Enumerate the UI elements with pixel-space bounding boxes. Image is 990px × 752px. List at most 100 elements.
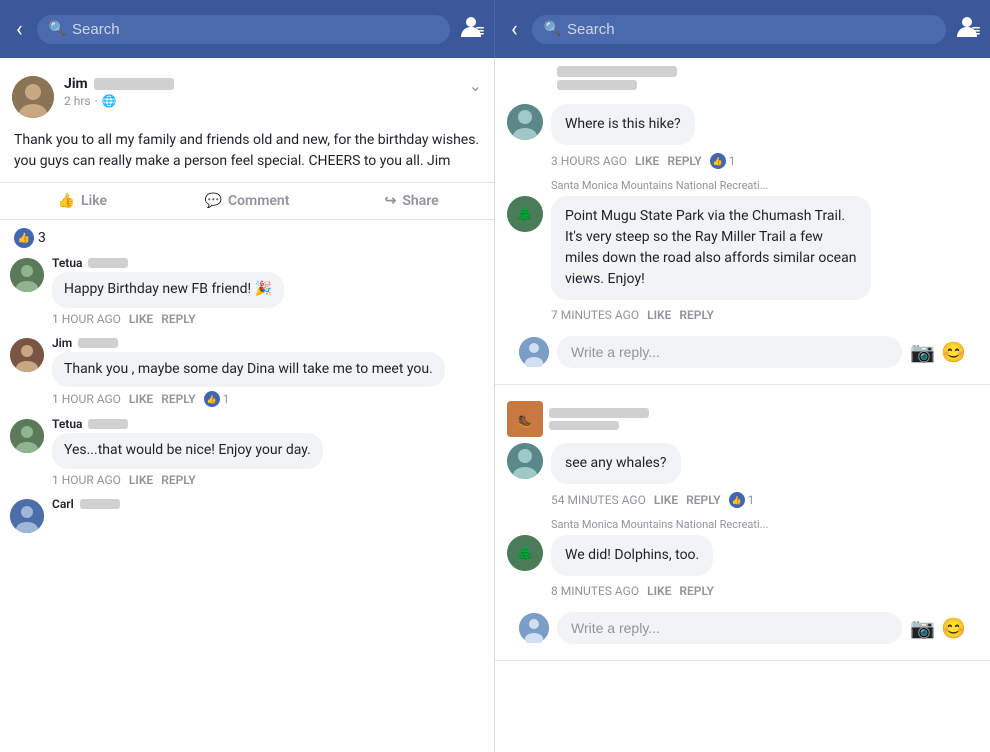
comment-4-body: Carl (52, 497, 484, 513)
right-panel: Where is this hike? 3 HOURS AGO LIKE REP… (495, 58, 990, 752)
reply-icons-2: 📷 😊 (910, 616, 966, 640)
thread-2-question-avatar (507, 443, 543, 479)
like-label: Like (81, 193, 107, 209)
camera-icon-1[interactable]: 📷 (910, 340, 935, 364)
thread-1-question-meta: 3 HOURS AGO LIKE REPLY 👍 1 (551, 153, 978, 169)
thread-1-q-like-badge: 👍 (710, 153, 726, 169)
thread-1-answer: 🌲 Point Mugu State Park via the Chumash … (507, 196, 978, 300)
mini-like-badge: 👍 (204, 391, 220, 407)
post-username: Jim (64, 76, 459, 92)
thread-2: 🥾 see any whales? (495, 393, 990, 661)
comment-2-meta: 1 HOUR AGO LIKE REPLY 👍 1 (52, 391, 484, 407)
emoji-icon-1[interactable]: 😊 (941, 340, 966, 364)
comment-1-like-action[interactable]: LIKE (129, 312, 153, 326)
like-button[interactable]: 👍 Like (0, 185, 165, 217)
thread-1-q-reply[interactable]: REPLY (667, 154, 701, 168)
comment-4-avatar (10, 499, 44, 533)
thread-2-answer: 🌲 We did! Dolphins, too. (507, 535, 978, 576)
thread-1-q-time: 3 HOURS AGO (551, 154, 627, 168)
thread-2-q-like-count: 👍 1 (729, 492, 755, 508)
thread-1-a-time: 7 MINUTES AGO (551, 308, 639, 322)
post-author-surname-blurred (94, 78, 174, 90)
comment-2-bubble: Thank you , maybe some day Dina will tak… (52, 352, 445, 388)
svg-text:🌲: 🌲 (516, 545, 533, 562)
thread-1-page-name: Santa Monica Mountains National Recreati… (551, 179, 978, 192)
comment-button[interactable]: 💬 Comment (165, 185, 330, 217)
svg-text:🥾: 🥾 (518, 414, 533, 428)
post-author-avatar (12, 76, 54, 118)
privacy-icon: 🌐 (102, 94, 117, 108)
post-header: Jim 2 hrs · 🌐 ⌄ (0, 68, 494, 126)
reply-icons-1: 📷 😊 (910, 340, 966, 364)
thread-2-q-like-badge: 👍 (729, 492, 745, 508)
thread-2-blurred-name (549, 408, 649, 430)
header-bar: ‹ 🔍 ‹ 🔍 (0, 0, 990, 58)
comment-2-like-count: 👍 1 (204, 391, 230, 407)
likes-row: 👍 3 (0, 220, 494, 256)
share-label: Share (402, 193, 438, 209)
comment-label: Comment (228, 193, 289, 209)
comment-icon: 💬 (205, 193, 222, 209)
thread-1-reply-input[interactable] (557, 336, 902, 368)
post-text: Thank you to all my family and friends o… (0, 126, 494, 182)
thread-1-write-reply: 📷 😊 (507, 330, 978, 374)
left-panel: Jim 2 hrs · 🌐 ⌄ Thank you to all my fami… (0, 58, 495, 752)
comment-4-name: Carl (52, 497, 484, 511)
post-author-name: Jim (64, 76, 88, 92)
thread-2-q-reply[interactable]: REPLY (686, 493, 720, 507)
thread-1-q-like[interactable]: LIKE (635, 154, 659, 168)
left-header: ‹ 🔍 (0, 0, 495, 58)
like-icon: 👍 (58, 193, 75, 209)
comment-1-reply-action[interactable]: REPLY (161, 312, 195, 326)
emoji-icon-2[interactable]: 😊 (941, 616, 966, 640)
comment-2-name: Jim (52, 336, 484, 350)
thread-2-question-bubble: see any whales? (551, 443, 681, 484)
right-user-icon[interactable] (954, 13, 980, 45)
right-search-icon: 🔍 (544, 21, 561, 37)
comment-2-reply-action[interactable]: REPLY (161, 392, 195, 406)
right-back-button[interactable]: ‹ (505, 13, 524, 46)
post-meta: 2 hrs · 🌐 (64, 94, 459, 108)
post-user-info: Jim 2 hrs · 🌐 (64, 76, 459, 108)
thread-1-answer-meta: 7 MINUTES AGO LIKE REPLY (551, 308, 978, 322)
thread-2-answer-bubble: We did! Dolphins, too. (551, 535, 713, 576)
comment-1-time: 1 HOUR AGO (52, 312, 121, 326)
thread-2-a-like[interactable]: LIKE (647, 584, 671, 598)
comment-3-like-action[interactable]: LIKE (129, 473, 153, 487)
comment-2-body: Jim Thank you , maybe some day Dina will… (52, 336, 484, 408)
post-dropdown-arrow[interactable]: ⌄ (469, 76, 482, 95)
comment-item: Carl (10, 497, 484, 533)
comment-3-name: Tetua (52, 417, 484, 431)
share-icon: ↪ (385, 193, 397, 209)
comment-3-meta: 1 HOUR AGO LIKE REPLY (52, 473, 484, 487)
thread-1-question-bubble: Where is this hike? (551, 104, 695, 145)
camera-icon-2[interactable]: 📷 (910, 616, 935, 640)
thread-2-reply-input[interactable] (557, 612, 902, 644)
thread-2-a-reply[interactable]: REPLY (679, 584, 713, 598)
like-badge: 👍 (14, 228, 34, 248)
left-search-box[interactable]: 🔍 (37, 15, 450, 44)
comment-2-time: 1 HOUR AGO (52, 392, 121, 406)
comment-3-reply-action[interactable]: REPLY (161, 473, 195, 487)
comment-1-avatar (10, 258, 44, 292)
thread-1-a-like[interactable]: LIKE (647, 308, 671, 322)
thread-1-answer-avatar: 🌲 (507, 196, 543, 232)
comment-3-bubble: Yes...that would be nice! Enjoy your day… (52, 433, 323, 469)
thread-1-a-reply[interactable]: REPLY (679, 308, 713, 322)
left-back-button[interactable]: ‹ (10, 13, 29, 46)
comment-1-body: Tetua Happy Birthday new FB friend! 🎉 1 … (52, 256, 484, 326)
left-search-input[interactable] (72, 21, 438, 38)
share-button[interactable]: ↪ Share (329, 185, 494, 217)
thread-1-q-like-count: 👍 1 (710, 153, 736, 169)
left-search-icon: 🔍 (49, 21, 66, 37)
comment-section: Tetua Happy Birthday new FB friend! 🎉 1 … (0, 256, 494, 533)
right-header: ‹ 🔍 (495, 0, 990, 58)
thread-1-reply-avatar (519, 337, 549, 367)
thread-2-a-time: 8 MINUTES AGO (551, 584, 639, 598)
comment-2-like-action[interactable]: LIKE (129, 392, 153, 406)
right-search-box[interactable]: 🔍 (532, 15, 946, 44)
right-search-input[interactable] (567, 21, 934, 38)
thread-2-q-like[interactable]: LIKE (654, 493, 678, 507)
left-user-icon[interactable] (458, 13, 484, 45)
thread-2-header: 🥾 (507, 401, 978, 437)
